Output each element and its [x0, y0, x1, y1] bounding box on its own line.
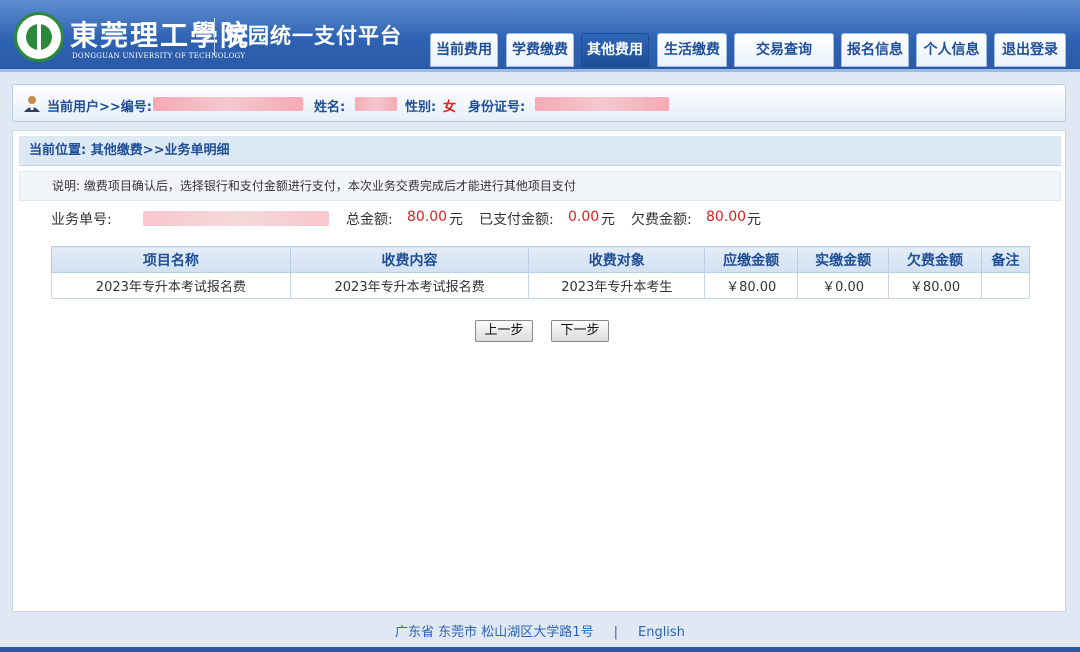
tab-current-fees[interactable]: 当前费用 [430, 33, 498, 67]
total-amount-label: 总金额: [346, 212, 393, 228]
tab-living-fees[interactable]: 生活缴费 [657, 33, 727, 67]
name-label: 姓名: [314, 100, 346, 115]
total-amount-value: 80.00 [407, 209, 448, 225]
current-user-label: 当前用户>>编号: [47, 100, 152, 115]
id-number-redacted [535, 97, 669, 111]
order-number-redacted [143, 211, 329, 226]
tab-tuition[interactable]: 学费缴费 [506, 33, 574, 67]
paid-amount-value: 0.00 [568, 209, 600, 225]
platform-title: 校园统一支付平台 [226, 24, 402, 48]
school-logo-icon [14, 12, 64, 62]
school-name-en: DONGGUAN UNIVERSITY OF TECHNOLOGY [72, 52, 246, 60]
cell-item-name: 2023年专升本考试报名费 [51, 272, 291, 299]
table-header-row: 项目名称 收费内容 收费对象 应缴金额 实缴金额 欠费金额 备注 [51, 246, 1030, 273]
total-amount-unit: 元 [449, 212, 463, 228]
cell-charge-content: 2023年专升本考试报名费 [289, 272, 530, 299]
col-charge-content: 收费内容 [289, 246, 530, 273]
header: 東莞理工學院 DONGGUAN UNIVERSITY OF TECHNOLOGY… [0, 0, 1080, 72]
breadcrumb: 当前位置: 其他缴费>>业务单明细 [19, 136, 1061, 166]
owed-amount-value: 80.00 [706, 209, 747, 225]
gender-label: 性别: [405, 100, 437, 115]
footer-bar [0, 647, 1080, 652]
name-redacted [355, 97, 397, 111]
cell-charge-target: 2023年专升本考生 [528, 272, 706, 299]
order-number-label: 业务单号: [51, 212, 112, 228]
cell-amount-owed: ￥80.00 [888, 272, 982, 299]
col-item-name: 项目名称 [51, 246, 291, 273]
paid-amount-unit: 元 [601, 212, 615, 228]
fee-detail-table: 项目名称 收费内容 收费对象 应缴金额 实缴金额 欠费金额 备注 2023年专升… [51, 246, 1030, 299]
header-divider [214, 18, 215, 56]
col-remarks: 备注 [981, 246, 1030, 273]
paid-amount-label: 已支付金额: [479, 212, 554, 228]
user-info-bar: 当前用户>>编号: 姓名: 性别: 女 身份证号: [12, 84, 1066, 122]
tab-other-fees[interactable]: 其他费用 [581, 33, 649, 67]
col-amount-paid: 实缴金额 [797, 246, 890, 273]
tab-transaction-query[interactable]: 交易查询 [734, 33, 834, 67]
user-id-redacted [153, 97, 303, 111]
owed-amount-label: 欠费金额: [631, 212, 692, 228]
cell-amount-due: ￥80.00 [704, 272, 799, 299]
tab-registration-info[interactable]: 报名信息 [841, 33, 909, 67]
owed-amount-unit: 元 [747, 212, 761, 228]
col-amount-owed: 欠费金额 [888, 246, 982, 273]
cell-remarks [981, 272, 1030, 299]
school-name: 東莞理工學院 [70, 19, 251, 52]
cell-amount-paid: ￥0.00 [797, 272, 890, 299]
tab-personal-info[interactable]: 个人信息 [916, 33, 987, 67]
english-link[interactable]: English [638, 625, 685, 640]
tab-logout[interactable]: 退出登录 [994, 33, 1066, 67]
footer-address: 广东省 东莞市 松山湖区大学路1号 [395, 625, 594, 640]
col-charge-target: 收费对象 [528, 246, 706, 273]
footer-separator: | [613, 625, 618, 640]
user-icon [24, 96, 40, 112]
next-step-button[interactable]: 下一步 [551, 320, 609, 342]
main-content: 当前位置: 其他缴费>>业务单明细 说明: 缴费项目确认后，选择银行和支付金额进… [12, 130, 1066, 612]
id-number-label: 身份证号: [468, 100, 526, 115]
gender-value: 女 [443, 100, 457, 115]
payment-notice: 说明: 缴费项目确认后，选择银行和支付金额进行支付，本次业务交费完成后才能进行其… [19, 171, 1061, 201]
table-row: 2023年专升本考试报名费 2023年专升本考试报名费 2023年专升本考生 ￥… [51, 272, 1030, 299]
footer: 广东省 东莞市 松山湖区大学路1号 | English [0, 620, 1080, 652]
col-amount-due: 应缴金额 [704, 246, 799, 273]
prev-step-button[interactable]: 上一步 [475, 320, 533, 342]
